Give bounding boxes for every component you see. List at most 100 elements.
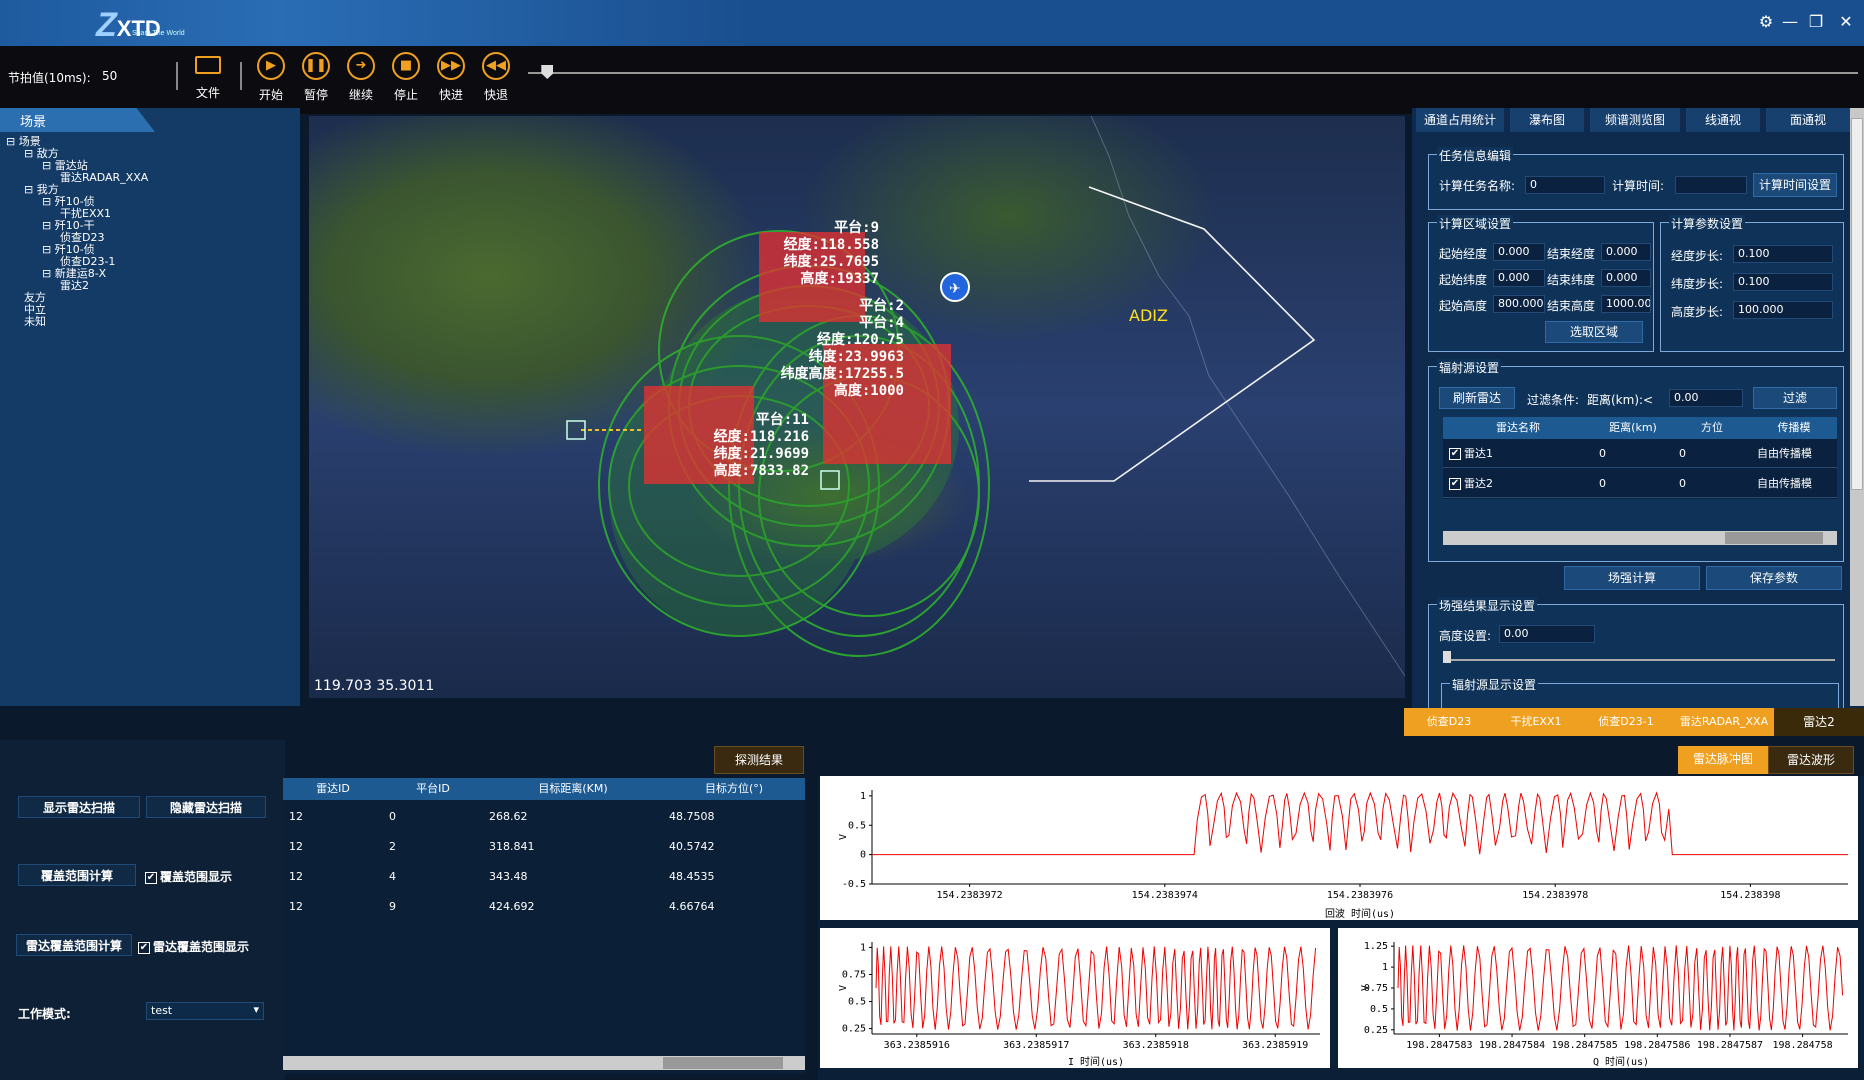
- i-channel-chart: 1 0.75 0.5 0.25 363.2385916 363.2385917 363.23…: [820, 928, 1330, 1068]
- rewind-button[interactable]: ◀◀ 快退: [478, 52, 514, 106]
- tab-device-d23-1[interactable]: 侦查D23-1: [1578, 708, 1674, 736]
- tab-spectrum[interactable]: 频谱测览图: [1590, 108, 1680, 132]
- expand-icon[interactable]: ⊟: [42, 219, 55, 232]
- map-overlay: ✈: [566, 116, 1405, 677]
- hscroll-thumb[interactable]: [1725, 532, 1823, 544]
- expand-icon[interactable]: ⊟: [42, 159, 55, 172]
- minimize-icon[interactable]: —: [1780, 12, 1800, 32]
- expand-icon[interactable]: ⊟: [42, 195, 55, 208]
- table-cell: 4.66764: [669, 900, 715, 913]
- close-icon[interactable]: ✕: [1836, 12, 1856, 32]
- table-cell: 343.48: [489, 870, 528, 883]
- tab-waterfall[interactable]: 瀑布图: [1510, 108, 1584, 132]
- results-hscroll-thumb[interactable]: [663, 1057, 783, 1069]
- end-lat-input[interactable]: 0.000: [1601, 269, 1651, 287]
- right-scrollbar-thumb[interactable]: [1851, 118, 1863, 490]
- scene-tab[interactable]: 场景: [0, 108, 155, 132]
- settings-icon[interactable]: ⚙: [1756, 12, 1776, 32]
- coverage-calc-button[interactable]: 覆盖范围计算: [18, 864, 136, 886]
- coverage-show-checkbox[interactable]: ✔ 覆盖范围显示: [145, 868, 232, 885]
- radar-coverage-show-checkbox[interactable]: ✔ 雷达覆盖范围显示: [138, 938, 249, 955]
- tab-radar-waveform[interactable]: 雷达波形: [1768, 746, 1854, 774]
- tab-area-visibility[interactable]: 面通视: [1766, 108, 1850, 132]
- tempo-input[interactable]: 50: [102, 69, 117, 83]
- tab-device-d23[interactable]: 侦查D23: [1404, 708, 1494, 736]
- tree-node[interactable]: 未知: [6, 316, 296, 328]
- checkbox[interactable]: ✔: [1449, 478, 1461, 490]
- hide-radar-scan-button[interactable]: 隐藏雷达扫描: [146, 796, 266, 818]
- timeline-slider[interactable]: [528, 72, 1858, 74]
- start-alt-input[interactable]: 800.000: [1493, 295, 1545, 313]
- tick-label: 1: [860, 942, 866, 953]
- select-region-button[interactable]: 选取区域: [1545, 321, 1643, 343]
- expand-icon[interactable]: ⊟: [42, 243, 55, 256]
- fast-forward-button[interactable]: ▶▶ 快进: [433, 52, 469, 106]
- radar-table-hscroll[interactable]: [1443, 531, 1837, 545]
- radar-row-1-name[interactable]: ✔ 雷达1: [1443, 441, 1593, 468]
- lon-step-input[interactable]: 0.100: [1733, 245, 1833, 263]
- tree-node[interactable]: ⊟ 新建运8-X: [6, 268, 296, 280]
- continue-button[interactable]: ➜ 继续: [343, 52, 379, 106]
- results-hscroll[interactable]: [283, 1056, 805, 1070]
- platform-11-label: 平台:11 经度:118.216 纬度:21.9699 高度:7833.82: [713, 412, 809, 479]
- tree-node[interactable]: 友方: [6, 292, 296, 304]
- detection-results-table: 雷达ID 平台ID 目标距离(KM) 目标方位(°) 12 0 268.62 48.7…: [283, 778, 805, 1074]
- radar-table: ✔ 雷达1 0 0 自由传播模 ✔ 雷达2 0 0 自由传播模: [1443, 439, 1837, 499]
- tab-line-of-sight[interactable]: 线通视: [1686, 108, 1760, 132]
- start-lat-input[interactable]: 0.000: [1493, 269, 1545, 287]
- detection-results-tab[interactable]: 探测结果: [714, 746, 804, 774]
- restore-icon[interactable]: ❐: [1806, 12, 1826, 32]
- echo-chart: 1 0.5 0 -0.5 154.2383972 154.2383974 154.23839…: [820, 776, 1858, 920]
- tree-node[interactable]: ⊟ 歼10-侦: [6, 196, 296, 208]
- start-button[interactable]: ▶ 开始: [253, 52, 289, 106]
- radar-coverage-calc-button[interactable]: 雷达覆盖范围计算: [16, 934, 132, 956]
- expand-icon[interactable]: ⊟: [24, 147, 37, 160]
- calc-time-input[interactable]: [1675, 176, 1747, 194]
- end-lon-input[interactable]: 0.000: [1601, 243, 1651, 261]
- end-alt-input[interactable]: 1000.00: [1601, 295, 1651, 313]
- field-strength-calc-button[interactable]: 场强计算: [1564, 566, 1700, 590]
- file-button[interactable]: 文件: [190, 52, 226, 106]
- tab-device-radar2[interactable]: 雷达2: [1774, 708, 1864, 736]
- stop-button[interactable]: ■ 停止: [388, 52, 424, 106]
- map-view[interactable]: ✈ ADIZ 平台:9 经度:118.558 纬度:25.7695 高度:19337 …: [309, 116, 1405, 698]
- refresh-radar-button[interactable]: 刷新雷达: [1439, 387, 1515, 409]
- distance-filter-input[interactable]: 0.00: [1669, 389, 1743, 407]
- show-radar-scan-button[interactable]: 显示雷达扫描: [18, 796, 140, 818]
- lat-step-input[interactable]: 0.100: [1733, 273, 1833, 291]
- tab-device-exx1[interactable]: 干扰EXX1: [1494, 708, 1578, 736]
- tree-node[interactable]: 雷达2: [6, 280, 296, 292]
- y-axis-label: V: [1360, 985, 1371, 991]
- filter-button[interactable]: 过滤: [1753, 387, 1837, 409]
- task-name-input[interactable]: 0: [1525, 176, 1605, 194]
- tick-label: -0.5: [842, 879, 866, 890]
- alt-step-input[interactable]: 100.000: [1733, 301, 1833, 319]
- stop-icon: ■: [392, 52, 420, 80]
- tree-node[interactable]: ⊟ 歼10-干: [6, 220, 296, 232]
- tab-device-radar-xxa[interactable]: 雷达RADAR_XXA: [1674, 708, 1774, 736]
- tab-radar-pulse[interactable]: 雷达脉冲图: [1678, 746, 1768, 774]
- tree-node[interactable]: ⊟ 歼10-侦: [6, 244, 296, 256]
- calc-time-settings-button[interactable]: 计算时间设置: [1753, 173, 1837, 197]
- expand-icon[interactable]: ⊟: [6, 135, 19, 148]
- fast-forward-icon: ▶▶: [437, 52, 465, 80]
- tab-channel-stats[interactable]: 通道占用统计: [1416, 108, 1504, 132]
- start-lon-input[interactable]: 0.000: [1493, 243, 1545, 261]
- x-axis-label: Q 时间(us): [1593, 1055, 1649, 1068]
- tree-node[interactable]: ⊟ 雷达站: [6, 160, 296, 172]
- expand-icon[interactable]: ⊟: [24, 183, 37, 196]
- tick-label: 0.25: [842, 1024, 866, 1035]
- height-setting-input[interactable]: 0.00: [1499, 625, 1595, 643]
- radar-row-2-name[interactable]: ✔ 雷达2: [1443, 471, 1593, 498]
- tree-node[interactable]: 中立: [6, 304, 296, 316]
- height-slider-thumb[interactable]: [1443, 651, 1451, 663]
- save-params-button[interactable]: 保存参数: [1706, 566, 1842, 590]
- tick-label: 0: [860, 850, 866, 861]
- separator: [176, 62, 178, 90]
- expand-icon[interactable]: ⊟: [42, 267, 55, 280]
- y-axis-label: V: [838, 985, 849, 991]
- work-mode-select[interactable]: test ▾: [146, 1002, 264, 1020]
- height-slider[interactable]: [1443, 659, 1835, 661]
- checkbox[interactable]: ✔: [1449, 448, 1461, 460]
- pause-button[interactable]: ❚❚ 暂停: [298, 52, 334, 106]
